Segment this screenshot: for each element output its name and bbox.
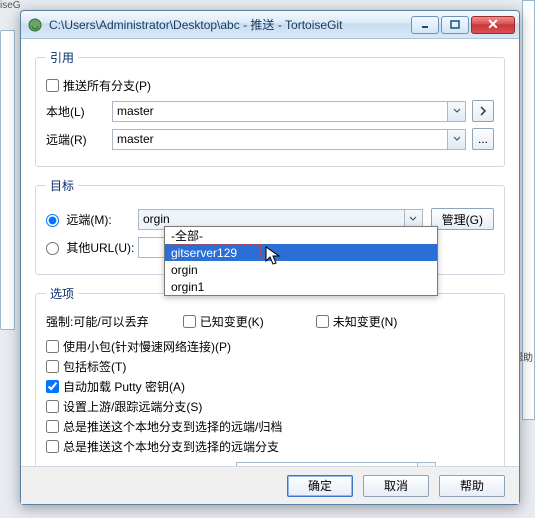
bg-text: iseGi — [0, 0, 20, 10]
autoload-putty-checkbox[interactable] — [46, 380, 59, 393]
ok-label: 确定 — [308, 477, 332, 494]
cancel-label: 取消 — [384, 477, 408, 494]
unknown-changes-label: 未知变更(N) — [333, 313, 398, 330]
dialog-window: C:\Users\Administrator\Desktop\abc - 推送 … — [20, 10, 520, 505]
remote-dropdown[interactable]: -全部- gitserver129 orgin orgin1 — [164, 226, 438, 296]
autoload-putty-label: 自动加载 Putty 密钥(A) — [63, 378, 185, 395]
set-upstream-checkbox[interactable] — [46, 400, 59, 413]
thin-pack-checkbox[interactable] — [46, 340, 59, 353]
close-button[interactable]: ✕ — [471, 16, 515, 34]
remote-branch-label: 远端(R) — [46, 131, 112, 148]
minimize-button[interactable] — [411, 16, 439, 34]
ok-button[interactable]: 确定 — [287, 475, 353, 497]
manage-label: 管理(G) — [442, 211, 483, 228]
push-all-branches-label: 推送所有分支(P) — [63, 77, 151, 94]
dialog-footer: 确定 取消 帮助 — [21, 466, 519, 504]
help-button[interactable]: 帮助 — [439, 475, 505, 497]
always-push-branch-label: 总是推送这个本地分支到选择的远端分支 — [63, 438, 279, 455]
chevron-down-icon[interactable] — [447, 130, 465, 149]
cancel-button[interactable]: 取消 — [363, 475, 429, 497]
dropdown-item-orgin1[interactable]: orgin1 — [165, 278, 437, 295]
unknown-changes-checkbox[interactable] — [316, 315, 329, 328]
remote-radio[interactable] — [46, 214, 59, 227]
titlebar[interactable]: C:\Users\Administrator\Desktop\abc - 推送 … — [21, 11, 519, 39]
tortoisegit-icon — [27, 17, 43, 33]
include-tags-checkbox[interactable] — [46, 360, 59, 373]
other-url-label: 其他URL(U): — [66, 241, 134, 255]
include-tags-label: 包括标签(T) — [63, 358, 126, 375]
local-branch-value: master — [117, 104, 154, 118]
known-changes-label: 已知变更(K) — [200, 313, 264, 330]
set-upstream-label: 设置上游/跟踪远端分支(S) — [63, 398, 202, 415]
remote-branch-combo[interactable]: master — [112, 129, 466, 150]
ref-legend: 引用 — [46, 49, 78, 66]
always-push-branch-checkbox[interactable] — [46, 440, 59, 453]
local-branch-combo[interactable]: master — [112, 101, 466, 122]
known-changes-checkbox[interactable] — [183, 315, 196, 328]
window-title: C:\Users\Administrator\Desktop\abc - 推送 … — [49, 16, 409, 33]
dropdown-item-gitserver129[interactable]: gitserver129 — [165, 244, 437, 261]
local-next-button[interactable] — [472, 100, 494, 122]
dropdown-item-orgin[interactable]: orgin — [165, 261, 437, 278]
dropdown-item-all[interactable]: -全部- — [165, 227, 437, 244]
remote-browse-button[interactable]: ... — [472, 128, 494, 150]
options-legend: 选项 — [46, 285, 78, 302]
remote-combo-value: orgin — [143, 212, 170, 226]
force-option: 可能/可以丢弃 — [73, 313, 148, 330]
thin-pack-label: 使用小包(针对慢速网络连接)(P) — [63, 338, 231, 355]
chevron-down-icon[interactable] — [447, 102, 465, 121]
always-push-remote-checkbox[interactable] — [46, 420, 59, 433]
help-label: 帮助 — [460, 477, 484, 494]
target-legend: 目标 — [46, 177, 78, 194]
ref-group: 引用 推送所有分支(P) 本地(L) master 远端(R) master — [35, 49, 505, 167]
other-url-radio[interactable] — [46, 242, 59, 255]
local-label: 本地(L) — [46, 103, 112, 120]
force-label: 强制: — [46, 313, 73, 330]
manage-button[interactable]: 管理(G) — [431, 208, 494, 230]
ellipsis-label: ... — [478, 132, 488, 146]
always-push-remote-label: 总是推送这个本地分支到选择的远端/归档 — [63, 418, 282, 435]
remote-radio-label: 远端(M): — [66, 213, 111, 227]
maximize-button[interactable] — [441, 16, 469, 34]
dropdown-item-label: gitserver129 — [171, 246, 237, 260]
push-all-branches-checkbox[interactable] — [46, 79, 59, 92]
remote-branch-value: master — [117, 132, 154, 146]
cursor-icon — [265, 246, 283, 266]
